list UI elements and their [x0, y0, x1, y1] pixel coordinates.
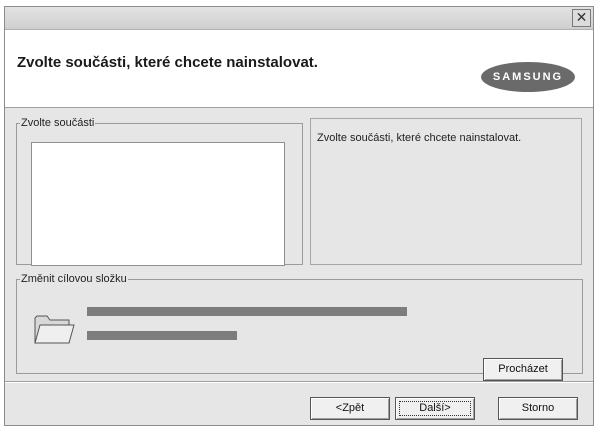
cancel-button[interactable]: Storno	[498, 397, 578, 420]
destination-folder-label: Změnit cílovou složku	[21, 273, 127, 285]
components-group: Zvolte součásti	[16, 117, 303, 266]
folder-icon	[34, 315, 75, 344]
components-group-label: Zvolte součásti	[21, 117, 95, 129]
browse-button[interactable]: Procházet	[483, 358, 563, 381]
description-text: Zvolte součásti, které chcete nainstalov…	[317, 132, 522, 144]
focus-rectangle	[399, 401, 471, 416]
header-banner: Zvolte součásti, které chcete nainstalov…	[5, 29, 593, 108]
next-button[interactable]: Další>	[395, 397, 475, 420]
title-bar: ✕	[5, 7, 593, 29]
installer-window: ✕ Zvolte součásti, které chcete nainstal…	[4, 6, 594, 426]
samsung-logo: SAMSUNG	[481, 62, 575, 92]
footer-divider	[5, 381, 593, 383]
page-title: Zvolte součásti, které chcete nainstalov…	[17, 54, 318, 71]
components-list[interactable]	[31, 142, 285, 266]
destination-folder-group: Změnit cílovou složku Procházet	[16, 273, 583, 381]
folder-space-bar	[87, 331, 237, 340]
description-panel: Zvolte součásti, které chcete nainstalov…	[310, 118, 582, 265]
close-icon[interactable]: ✕	[572, 9, 591, 27]
folder-path-bar	[87, 307, 407, 316]
back-button[interactable]: <Zpět	[310, 397, 390, 420]
